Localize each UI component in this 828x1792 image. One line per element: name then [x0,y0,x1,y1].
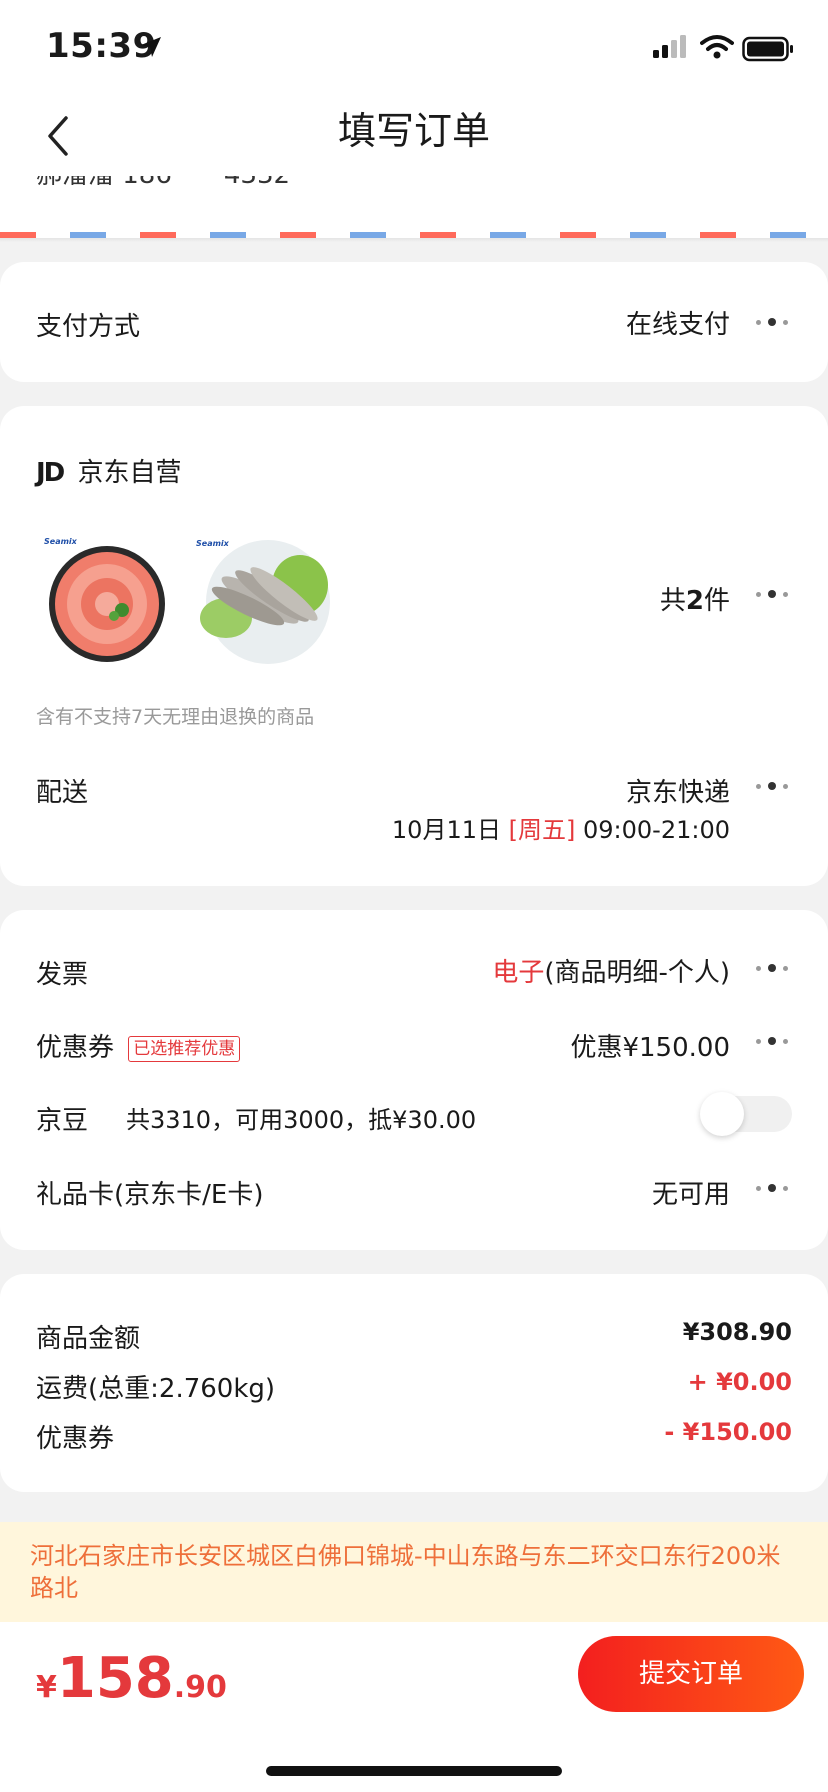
more-icon[interactable] [752,1036,792,1048]
coupon-row[interactable]: 优惠券 已选推荐优惠 [36,1027,241,1064]
brand-text: Seamix [44,537,78,546]
item-count[interactable]: 共2件 [660,580,730,617]
invoice-value[interactable]: 电子(商品明细-个人) [492,952,730,989]
product-thumbnail-shrimp-plate[interactable]: Seamix [36,530,166,670]
jd-logo: JD [36,458,65,488]
recommended-badge: 已选推荐优惠 [128,1035,241,1062]
goods-amount-value: ¥308.90 [682,1318,792,1346]
more-icon[interactable] [752,589,792,601]
coupon-value[interactable]: 优惠¥150.00 [570,1027,730,1064]
submit-order-button[interactable]: 提交订单 [578,1636,804,1712]
goods-amount-label: 商品金额 [36,1324,141,1354]
delivery-label: 配送 [36,778,89,808]
toggle-knob[interactable] [700,1092,744,1136]
more-icon[interactable] [752,1183,792,1195]
wifi-icon [700,35,734,59]
gift-card-value[interactable]: 无可用 [652,1174,730,1211]
shipping-value: + ¥0.00 [687,1368,792,1396]
product-thumbnail-raw-shrimp[interactable]: Seamix [190,530,330,670]
delivery-method[interactable]: 京东快递 [626,772,730,809]
more-icon[interactable] [752,317,792,329]
divider [0,238,828,242]
more-icon[interactable] [752,963,792,975]
return-policy-notice: 含有不支持7天无理由退换的商品 [36,706,315,728]
battery-icon [742,36,793,62]
shop-header: JD 京东自营 [36,452,182,489]
more-icon[interactable] [752,781,792,793]
coupon-summary-value: - ¥150.00 [664,1418,792,1446]
gift-card-label: 礼品卡(京东卡/E卡) [36,1180,264,1210]
cellular-signal-icon [653,35,686,58]
location-arrow-icon [141,37,161,57]
home-indicator [266,1766,562,1776]
invoice-label: 发票 [36,960,89,990]
address-card[interactable]: 郝潘潘 186****4332 [0,176,828,238]
coupon-summary-label: 优惠券 [36,1424,115,1454]
jd-beans-detail: 共3310，可用3000，抵¥30.00 [126,1106,477,1134]
address-banner-text: 河北石家庄市长安区城区白佛口锦城-中山东路与东二环交口东行200米路北 [30,1542,781,1602]
delivery-time[interactable]: 10月11日 [周五] 09:00-21:00 [392,810,730,845]
shop-name: 京东自营 [77,458,182,488]
page-title: 填写订单 [337,109,490,153]
jd-beans-label: 京豆 [36,1106,89,1136]
address-name-phone: 郝潘潘 186****4332 [36,176,290,191]
brand-text: Seamix [196,539,230,548]
total-price: ¥158.90 [36,1646,227,1711]
coupon-label: 优惠券 [36,1033,115,1063]
payment-label: 支付方式 [36,312,141,342]
payment-value: 在线支付 [625,310,730,340]
shipping-label: 运费(总重:2.760kg) [36,1374,276,1404]
